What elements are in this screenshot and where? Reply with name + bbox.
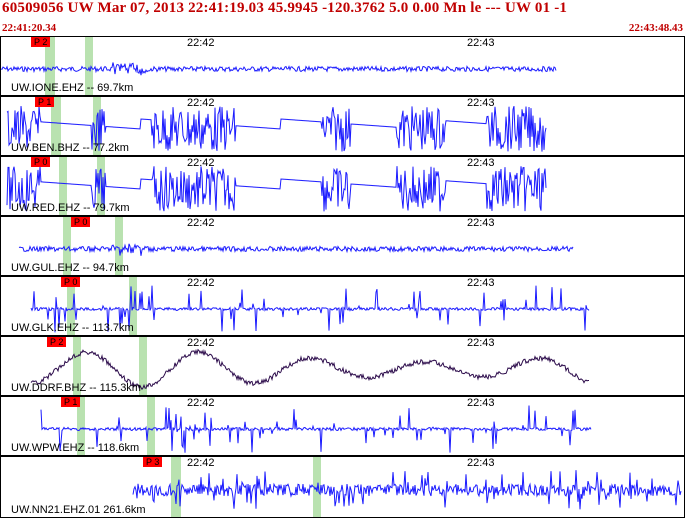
time-tick: 22:43 (467, 157, 495, 169)
trace-panel[interactable]: P 1 22:42 22:43 UW.WPW.EHZ -- 118.6km (0, 396, 685, 456)
waveform-line (18, 243, 574, 256)
waveform-line (132, 470, 682, 510)
station-label: UW.DDRF.BHZ -- 115.3km (11, 382, 141, 394)
station-label: UW.NN21.EHZ.01 261.6km (11, 504, 146, 516)
station-label: UW.GLK.EHZ -- 113.7km (11, 322, 134, 334)
station-label: UW.RED.EHZ -- 79.7km (11, 202, 130, 214)
pick-marker[interactable]: P 1 (35, 97, 55, 107)
pick-marker[interactable]: P 1 (61, 397, 81, 407)
station-label: UW.GUL.EHZ -- 94.7km (11, 262, 129, 274)
end-time: 22:43:48.43 (628, 22, 683, 34)
pick-marker[interactable]: P 0 (61, 277, 81, 287)
pick-marker[interactable]: P 2 (47, 337, 67, 347)
trace-panel[interactable]: P 0 22:42 22:43 UW.RED.EHZ -- 79.7km (0, 156, 685, 216)
time-tick: 22:43 (467, 217, 495, 229)
time-tick: 22:42 (187, 37, 215, 49)
time-tick: 22:42 (187, 397, 215, 409)
time-tick: 22:43 (467, 337, 495, 349)
time-tick: 22:43 (467, 37, 495, 49)
pick-marker[interactable]: P 3 (143, 457, 163, 467)
time-tick: 22:43 (467, 97, 495, 109)
station-label: UW.WPW.EHZ -- 118.6km (11, 442, 140, 454)
time-tick: 22:43 (467, 397, 495, 409)
start-time: 22:41:20.34 (2, 22, 57, 34)
time-tick: 22:42 (187, 217, 215, 229)
seismogram-panels: P 2 22:42 22:43 UW.IONE.EHZ -- 69.7km P … (0, 36, 685, 518)
trace-panel[interactable]: P 3 22:42 22:43 UW.NN21.EHZ.01 261.6km (0, 456, 685, 518)
trace-panel[interactable]: P 2 22:42 22:43 UW.DDRF.BHZ -- 115.3km (0, 336, 685, 396)
time-tick: 22:42 (187, 277, 215, 289)
time-tick: 22:42 (187, 157, 215, 169)
event-header: 60509056 UW Mar 07, 2013 22:41:19.03 45.… (0, 0, 685, 36)
pick-marker[interactable]: P 0 (31, 157, 51, 167)
time-tick: 22:42 (187, 457, 215, 469)
time-tick: 22:42 (187, 337, 215, 349)
time-tick: 22:43 (467, 457, 495, 469)
trace-panel[interactable]: P 2 22:42 22:43 UW.IONE.EHZ -- 69.7km (0, 36, 685, 96)
pick-marker[interactable]: P 2 (31, 37, 51, 47)
pick-marker[interactable]: P 0 (71, 217, 91, 227)
time-tick: 22:43 (467, 277, 495, 289)
trace-panel[interactable]: P 1 22:42 22:43 UW.BEN.BHZ -- 77.2km (0, 96, 685, 156)
pick-window-band (147, 397, 155, 455)
event-title: 60509056 UW Mar 07, 2013 22:41:19.03 45.… (2, 0, 568, 16)
trace-panel[interactable]: P 0 22:42 22:43 UW.GUL.EHZ -- 94.7km (0, 216, 685, 276)
station-label: UW.IONE.EHZ -- 69.7km (11, 82, 134, 94)
waveform-line (1, 62, 557, 76)
station-label: UW.BEN.BHZ -- 77.2km (11, 142, 129, 154)
time-tick: 22:42 (187, 97, 215, 109)
trace-panel[interactable]: P 0 22:42 22:43 UW.GLK.EHZ -- 113.7km (0, 276, 685, 336)
